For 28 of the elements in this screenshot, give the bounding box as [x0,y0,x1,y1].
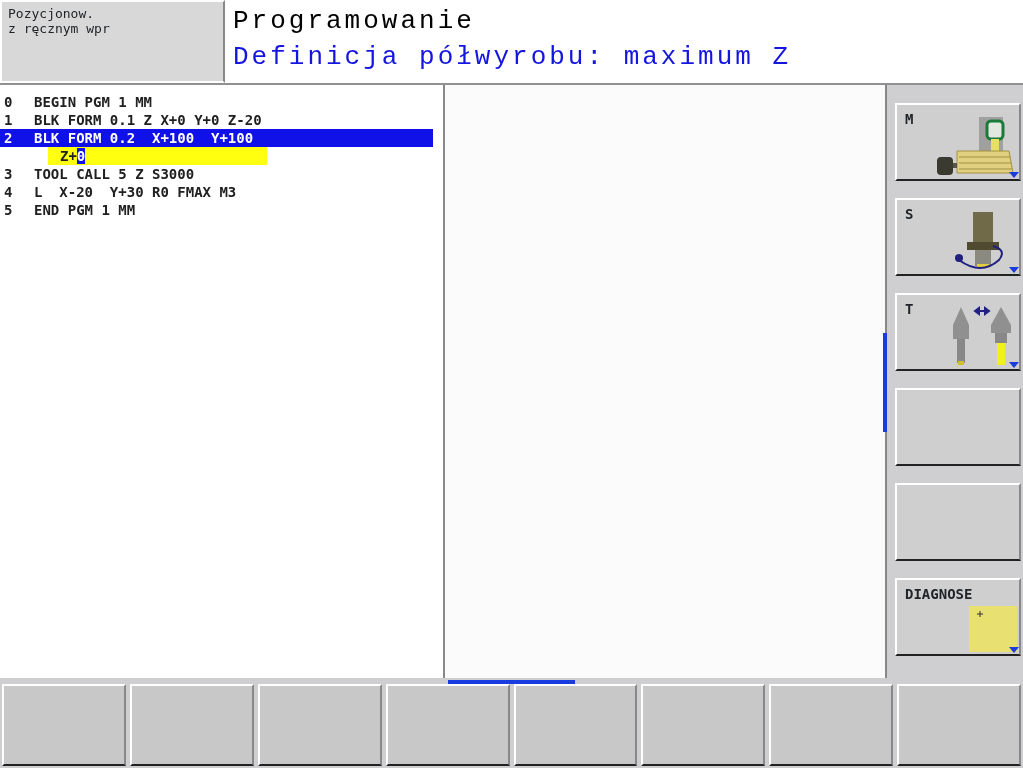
soft-key[interactable] [895,483,1021,561]
soft-key[interactable] [769,684,894,766]
program-line[interactable]: 3 TOOL CALL 5 Z S3000 [0,165,433,183]
soft-key[interactable] [257,684,382,766]
soft-key[interactable]: M [895,103,1021,181]
soft-key[interactable] [641,684,766,766]
soft-key[interactable] [2,684,126,766]
note-drawing [969,606,1017,652]
soft-key[interactable]: DIAGNOSE [895,578,1021,656]
program-line[interactable]: 5 END PGM 1 MM [0,201,433,219]
soft-key[interactable]: T [895,293,1021,371]
mode-label: z ręcznym wpr [8,21,110,36]
dropdown-icon [1009,267,1019,273]
soft-key[interactable] [897,684,1021,766]
dropdown-icon [1009,647,1019,653]
screen-title: Programowanie [233,5,476,38]
program-line[interactable]: 0 BEGIN PGM 1 MM [0,93,433,111]
soft-key[interactable] [895,388,1021,466]
dropdown-icon [1009,172,1019,178]
dropdown-icon [1009,362,1019,368]
mode-label: Pozycjonow. [8,6,95,21]
soft-key[interactable] [513,684,638,766]
dialog-prompt: Definicja półwyrobu: maximum Z [233,41,793,74]
soft-key[interactable]: S [895,198,1021,276]
soft-key[interactable] [385,684,510,766]
program-line[interactable]: 1 BLK FORM 0.1 Z X+0 Y+0 Z-20 [0,111,433,129]
program-line[interactable]: 4 L X-20 Y+30 R0 FMAX M3 [0,183,433,201]
soft-key[interactable] [129,684,254,766]
